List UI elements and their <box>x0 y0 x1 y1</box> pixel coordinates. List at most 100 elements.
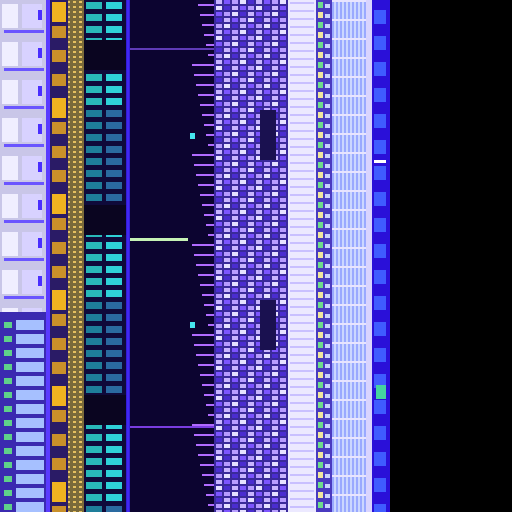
teal-cell <box>86 266 102 273</box>
left-bus <box>46 0 50 512</box>
teal-cell <box>106 26 122 33</box>
bond-pad <box>374 504 386 512</box>
gold-pad <box>52 506 66 512</box>
teal-cell <box>106 290 122 297</box>
teal-cell <box>106 494 122 501</box>
teal-cell <box>86 434 102 441</box>
gold-pad <box>52 362 66 374</box>
bond-pad <box>374 114 386 128</box>
teal-cell <box>106 134 122 141</box>
teal-cell <box>106 350 122 357</box>
teal-cell <box>86 110 102 117</box>
teal-cell <box>106 146 122 153</box>
memory-cell <box>16 488 44 498</box>
gold-pad <box>52 170 66 182</box>
teal-cell <box>86 506 102 512</box>
gold-pad <box>52 122 66 134</box>
teal-cell <box>106 14 122 21</box>
teal-cell <box>86 290 102 297</box>
bond-pad <box>374 166 386 180</box>
teal-cell <box>86 158 102 165</box>
teal-cell <box>86 242 102 249</box>
bond-pad <box>374 10 386 24</box>
teal-cell <box>106 362 122 369</box>
bond-pad <box>374 270 386 284</box>
gold-pad <box>52 290 66 310</box>
bond-pad <box>374 426 386 440</box>
bond-pad <box>374 478 386 492</box>
gold-pad <box>52 194 66 214</box>
teal-cell <box>86 2 102 9</box>
gold-pad <box>52 410 66 422</box>
vertical-metal-line <box>126 0 130 512</box>
teal-cell <box>106 326 122 333</box>
die-micrograph <box>0 0 512 512</box>
memory-array <box>332 0 366 512</box>
memory-cell <box>16 446 44 456</box>
pad-cell <box>2 4 18 28</box>
gold-pad <box>52 26 66 38</box>
memory-cell <box>16 404 44 414</box>
gold-pad <box>52 458 66 470</box>
cyan-marker <box>190 133 195 139</box>
gold-pad <box>52 50 66 62</box>
cyan-marker <box>190 322 195 328</box>
teal-cell <box>86 194 102 201</box>
teal-cell <box>86 446 102 453</box>
teal-cell <box>106 458 122 465</box>
teal-cell <box>86 482 102 489</box>
bond-pad <box>374 244 386 258</box>
gold-pad <box>52 482 66 502</box>
teal-cell <box>86 470 102 477</box>
left-pad-ring <box>0 0 50 512</box>
memory-cell <box>16 390 44 400</box>
gold-pad <box>52 242 66 254</box>
dark-routing-channel <box>130 0 214 512</box>
teal-cell <box>86 494 102 501</box>
teal-cell <box>86 86 102 93</box>
teal-cell <box>86 350 102 357</box>
bond-pad <box>374 140 386 154</box>
gold-pad <box>52 146 66 158</box>
bond-pad <box>374 400 386 414</box>
teal-cell <box>106 470 122 477</box>
pad-cell <box>2 232 18 256</box>
teal-cell <box>106 482 122 489</box>
teal-cell <box>86 386 102 393</box>
teal-cell <box>106 374 122 381</box>
memory-cell <box>16 334 44 344</box>
teal-cell <box>86 122 102 129</box>
right-edge-bus <box>366 0 390 512</box>
teal-cell <box>106 266 122 273</box>
teal-cell <box>106 2 122 9</box>
teal-cell <box>106 98 122 105</box>
bond-pad <box>374 36 386 50</box>
dotted-logic-column <box>68 0 84 512</box>
memory-cell <box>16 460 44 470</box>
teal-cell <box>106 386 122 393</box>
teal-cell <box>106 122 122 129</box>
teal-cell <box>106 182 122 189</box>
bond-pad <box>374 452 386 466</box>
teal-cell-column <box>84 0 126 512</box>
teal-cell <box>106 170 122 177</box>
gold-pad <box>52 2 66 22</box>
teal-cell <box>106 338 122 345</box>
pad-cell <box>2 194 18 218</box>
memory-cell <box>16 418 44 428</box>
gold-pad <box>52 386 66 406</box>
bond-pad <box>374 348 386 362</box>
striped-column <box>316 0 332 512</box>
teal-cell <box>106 86 122 93</box>
teal-cell <box>106 278 122 285</box>
bond-pad <box>374 218 386 232</box>
teal-cell <box>86 170 102 177</box>
teal-cell <box>86 374 102 381</box>
teal-cell <box>106 158 122 165</box>
memory-cell <box>16 376 44 386</box>
teal-cell <box>86 326 102 333</box>
gold-pad <box>52 434 66 446</box>
memory-cell <box>16 474 44 484</box>
bond-pad <box>374 192 386 206</box>
teal-cell <box>86 278 102 285</box>
